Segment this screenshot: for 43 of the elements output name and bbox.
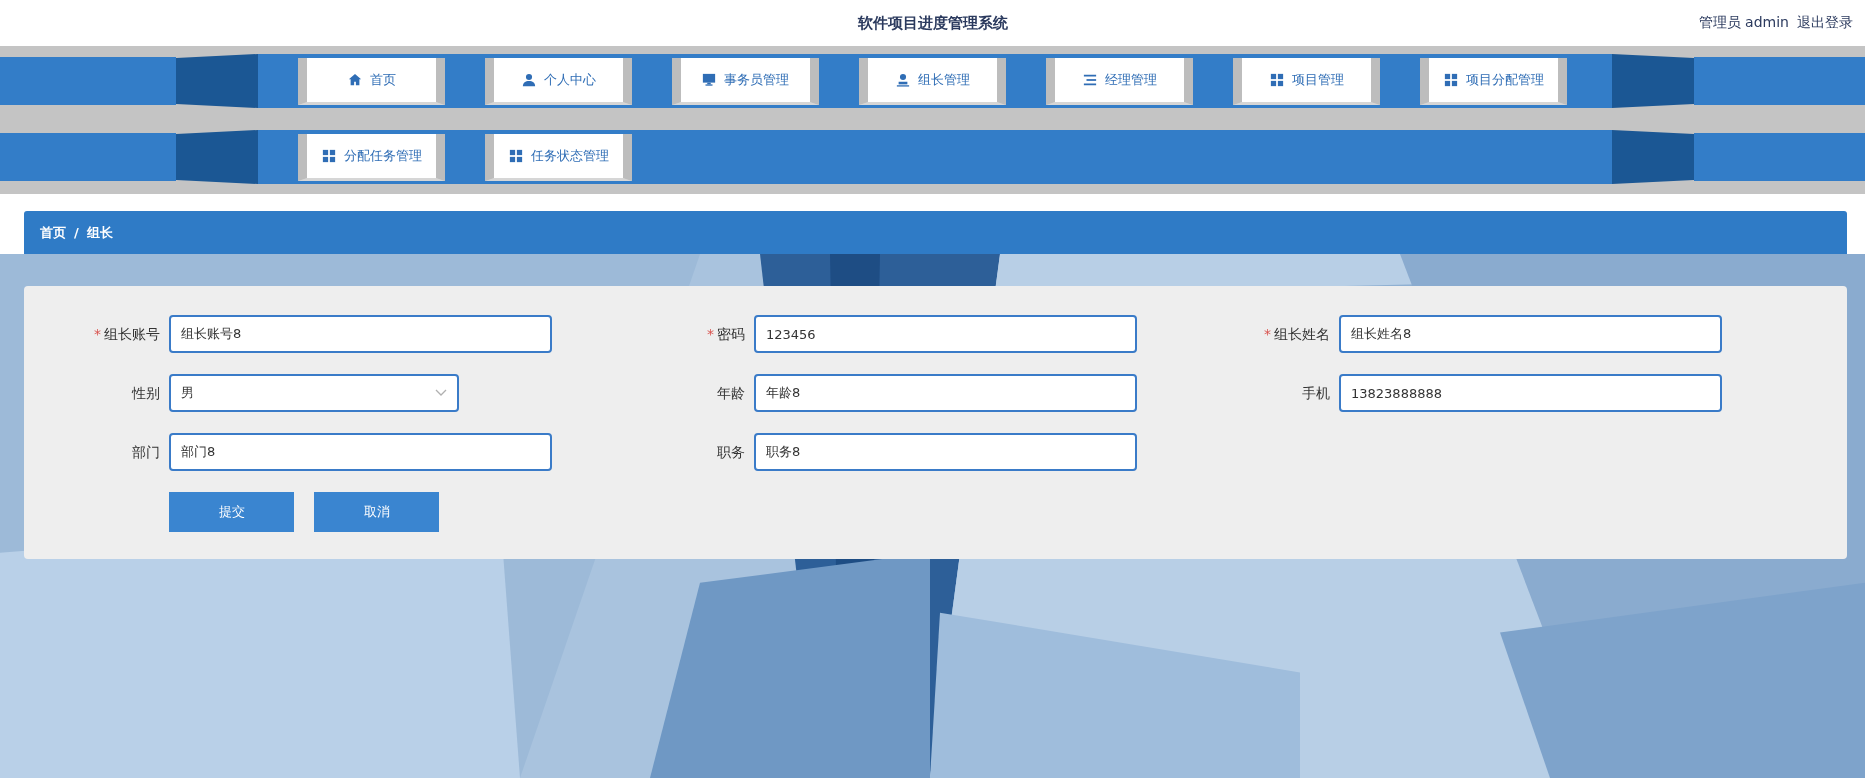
nav-button[interactable]: 分配任务管理	[298, 134, 445, 181]
nav-button[interactable]: 项目分配管理	[1420, 58, 1567, 105]
input-field[interactable]: 13823888888	[1339, 374, 1722, 412]
input-field[interactable]: 123456	[754, 315, 1137, 353]
user-label: 管理员 admin	[1698, 13, 1789, 32]
list-icon	[1082, 73, 1097, 87]
submit-button[interactable]: 提交	[169, 492, 294, 532]
gender-select[interactable]: 男	[169, 374, 459, 412]
breadcrumb-link[interactable]: 首页	[40, 222, 66, 243]
input-field[interactable]: 组长账号8	[169, 315, 552, 353]
grid-icon	[1269, 73, 1284, 87]
input-field[interactable]: 部门8	[169, 433, 552, 471]
home-icon	[347, 73, 362, 87]
input-field[interactable]: 年龄8	[754, 374, 1137, 412]
field-label: 手机	[1301, 383, 1330, 403]
grid-icon	[321, 149, 336, 163]
nav-button[interactable]: 事务员管理	[672, 58, 819, 105]
breadcrumb-item: 组长	[86, 223, 113, 242]
cancel-button[interactable]: 取消	[314, 492, 439, 532]
input-field[interactable]: 组长姓名8	[1339, 315, 1722, 353]
logout-link[interactable]: 退出登录	[1797, 12, 1853, 33]
nav-button[interactable]: 组长管理	[859, 58, 1006, 105]
field-label: 部门	[131, 442, 160, 462]
chevron-down-icon	[435, 389, 447, 397]
nav-button[interactable]: 个人中心	[485, 58, 632, 105]
app-title: 软件项目进度管理系统	[857, 12, 1008, 34]
breadcrumb-separator: /	[74, 223, 79, 242]
nav-button[interactable]: 首页	[298, 58, 445, 105]
field-label: * 组长账号	[93, 324, 160, 344]
input-field[interactable]: 职务8	[754, 433, 1137, 471]
monitor-icon	[702, 73, 716, 87]
grid-icon	[1443, 73, 1458, 87]
field-label: * 密码	[706, 324, 745, 344]
person-icon	[521, 73, 536, 87]
nav-button[interactable]: 项目管理	[1233, 58, 1380, 105]
field-label: * 组长姓名	[1263, 324, 1330, 344]
nav-button[interactable]: 任务状态管理	[485, 134, 632, 181]
field-label: 职务	[716, 442, 745, 462]
field-label: 性别	[130, 383, 160, 403]
field-label: 年龄	[716, 383, 745, 403]
stamp-icon	[895, 73, 910, 87]
nav-button[interactable]: 经理管理	[1046, 58, 1193, 105]
grid-icon	[508, 149, 523, 163]
